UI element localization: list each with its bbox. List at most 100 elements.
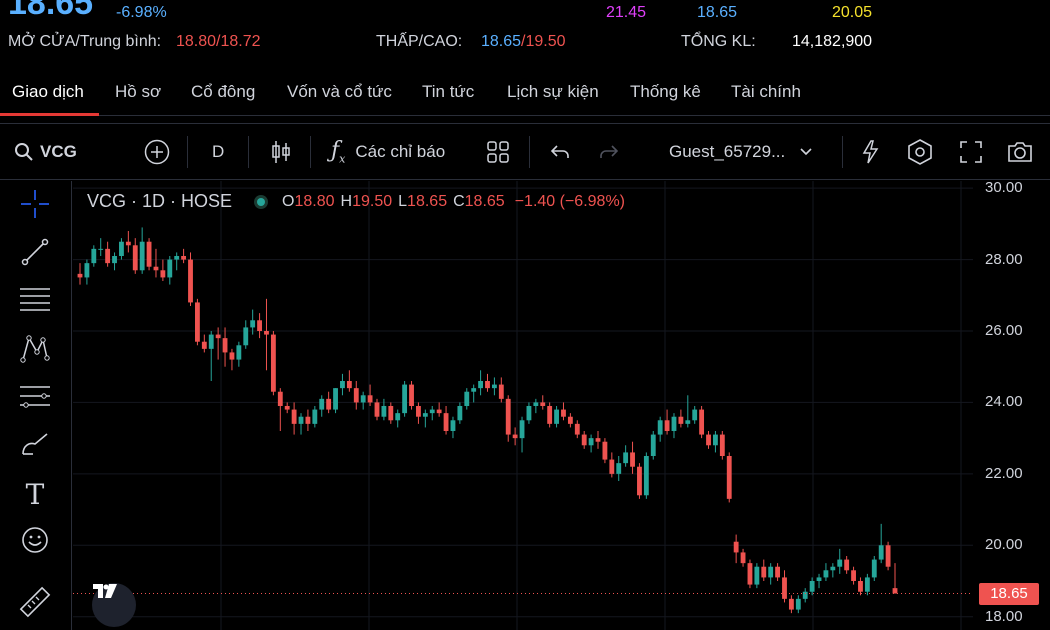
candle: [851, 566, 856, 585]
trend-line-icon: [19, 236, 51, 273]
projection-icon: [18, 381, 52, 416]
candle-body: [264, 331, 269, 335]
symbol-search[interactable]: VCG: [14, 124, 77, 180]
indicators-button[interactable]: ƒx Các chỉ báo: [331, 124, 445, 180]
candle: [98, 238, 104, 256]
candle: [229, 348, 235, 371]
candle: [650, 431, 656, 460]
candle: [699, 406, 705, 439]
candle-body: [409, 384, 414, 406]
candle-body: [125, 241, 131, 246]
candle-body: [346, 381, 352, 389]
snapshot-button[interactable]: [1006, 124, 1034, 180]
tradingview-logo[interactable]: [92, 583, 136, 627]
ohlc-values: O18.80 H19.50 L18.65 C18.65 −1.40 (−6.98…: [282, 193, 625, 211]
forecast-tool[interactable]: [16, 379, 54, 417]
candle-body: [754, 566, 760, 585]
candle-body: [471, 388, 477, 392]
candle: [188, 252, 193, 306]
tab-thong-ke[interactable]: Thống kê: [630, 82, 701, 102]
y-tick-label: 22.00: [985, 464, 1023, 482]
open-value: 18.80: [176, 33, 217, 50]
candle-body: [692, 409, 698, 421]
alert-button[interactable]: [858, 124, 884, 180]
smiley-icon: [20, 525, 50, 560]
candle-body: [761, 566, 767, 578]
trend-line-tool[interactable]: [16, 235, 54, 273]
camera-icon: [1006, 140, 1034, 164]
search-icon: [14, 142, 34, 162]
candle: [519, 416, 525, 453]
y-tick-label: 20.00: [985, 536, 1023, 554]
brush-tool[interactable]: [16, 427, 54, 465]
candle-body: [326, 398, 332, 410]
fib-tool[interactable]: [16, 283, 54, 321]
candle-body: [726, 456, 732, 499]
candle-body: [498, 384, 504, 399]
fullscreen-icon: [959, 140, 983, 164]
candle: [416, 402, 421, 424]
candle: [429, 406, 435, 421]
candle-body: [132, 245, 138, 271]
candle: [533, 398, 539, 414]
pattern-tool[interactable]: [16, 331, 54, 369]
candle-body: [719, 434, 725, 456]
candle: [498, 377, 504, 403]
volume-label: TỔNG KL:: [681, 33, 756, 50]
candle-body: [84, 263, 90, 278]
candle: [885, 541, 891, 571]
interval-button[interactable]: D: [212, 124, 224, 180]
quote-header: 18.65 -6.98% 21.45 18.65 20.05 MỞ CỬA/Tr…: [0, 0, 1050, 62]
toolbar-divider: [842, 136, 843, 168]
candle: [795, 595, 801, 614]
tab-von-co-tuc[interactable]: Vốn và cổ tức: [287, 82, 392, 102]
candle: [340, 373, 345, 396]
low-key: L: [398, 192, 408, 210]
candle: [409, 381, 414, 410]
candle: [436, 402, 442, 417]
tab-lich-su-kien[interactable]: Lịch sự kiện: [507, 82, 599, 102]
low-high-value: 18.65/19.50: [481, 33, 566, 50]
candle: [706, 431, 711, 449]
chart-type-button[interactable]: [270, 124, 292, 180]
market-status-icon: [254, 194, 269, 209]
candle: [277, 388, 283, 431]
candle: [491, 377, 497, 396]
candle: [657, 416, 663, 442]
candle-body: [270, 334, 276, 392]
tab-ho-so[interactable]: Hồ sơ: [115, 82, 161, 102]
redo-button[interactable]: [598, 124, 620, 180]
price-chart[interactable]: VCG · 1D · HOSE O18.80 H19.50 L18.65 C18…: [73, 179, 1050, 630]
tab-co-dong[interactable]: Cổ đông: [191, 82, 255, 102]
candle: [119, 238, 124, 260]
candle: [326, 391, 332, 414]
candle-body: [91, 248, 97, 264]
measure-tool[interactable]: [16, 585, 54, 623]
tab-tai-chinh[interactable]: Tài chính: [731, 82, 801, 102]
candle: [643, 452, 649, 499]
candle-body: [153, 266, 159, 271]
account-dropdown[interactable]: Guest_65729...: [669, 124, 813, 180]
crosshair-icon: [19, 188, 51, 225]
candle-body: [395, 413, 401, 421]
candle-body: [119, 241, 124, 256]
text-icon: T: [25, 477, 45, 511]
candle: [858, 577, 863, 596]
crosshair-tool[interactable]: [16, 187, 54, 225]
legend-low: 18.65: [407, 192, 448, 210]
candle: [305, 409, 311, 431]
candle-body: [340, 381, 345, 389]
fullscreen-button[interactable]: [959, 124, 983, 180]
undo-button[interactable]: [549, 124, 571, 180]
layout-button[interactable]: [486, 124, 510, 180]
toolbar-divider: [529, 136, 530, 168]
tab-tin-tuc[interactable]: Tin tức: [422, 82, 474, 102]
settings-button[interactable]: [906, 124, 934, 180]
candle-body: [422, 413, 428, 417]
candle: [747, 559, 753, 589]
text-tool[interactable]: T: [16, 475, 54, 513]
compare-button[interactable]: [144, 124, 170, 180]
tab-giao-dich[interactable]: Giao dịch: [12, 82, 84, 102]
emoji-tool[interactable]: [16, 523, 54, 561]
candle-body: [450, 420, 456, 431]
